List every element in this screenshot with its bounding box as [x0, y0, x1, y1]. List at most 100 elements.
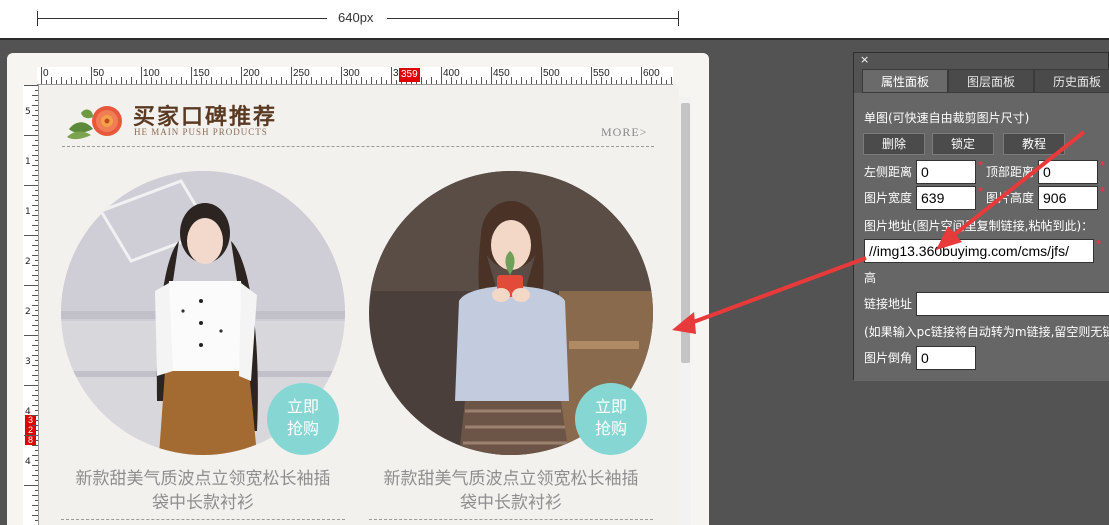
ruler-tick — [571, 77, 572, 84]
ruler-tick — [216, 80, 217, 84]
ruler-tick — [141, 67, 142, 84]
ruler-tick — [326, 80, 327, 84]
ruler-tick — [32, 145, 38, 146]
ruler-tick — [426, 80, 427, 84]
buy-now-label: 立即 — [594, 397, 627, 416]
ruler-tick — [591, 67, 592, 84]
link-note: (如果输入pc链接将自动转为m链接,留空则无链 — [864, 325, 1109, 339]
image-width-input[interactable]: 639 — [916, 186, 976, 210]
top-distance-input[interactable]: 0 — [1038, 160, 1098, 184]
ruler-label: 450 — [493, 68, 510, 79]
ruler-tick — [51, 77, 52, 84]
ruler-tick — [136, 80, 137, 84]
ruler-tick — [511, 77, 512, 84]
ruler-tick — [32, 105, 38, 106]
ruler-tick — [146, 80, 147, 84]
ruler-tick — [96, 80, 97, 84]
ruler-tick — [486, 80, 487, 84]
ruler-label: 200 — [243, 68, 260, 79]
ruler-label: 150 — [193, 68, 210, 79]
ruler-tick — [641, 67, 642, 84]
left-distance-label: 左侧距离 — [864, 165, 913, 179]
ruler-tick — [246, 80, 247, 84]
ruler-tick — [32, 505, 38, 506]
ruler-tick — [631, 77, 632, 84]
ruler-label: 600 — [643, 68, 660, 79]
ruler-tick — [24, 335, 38, 336]
tab-layers[interactable]: 图层面板 — [948, 69, 1034, 93]
canvas-scroll-thumb[interactable] — [681, 103, 690, 363]
ruler-tick — [161, 77, 162, 84]
ruler-tick — [241, 67, 242, 84]
ruler-tick — [32, 165, 38, 166]
ruler-tick — [316, 80, 317, 84]
ruler-tick — [35, 370, 38, 371]
image-height-input[interactable]: 906 — [1038, 186, 1098, 210]
close-icon[interactable]: × — [860, 53, 869, 66]
required-mark: * — [978, 186, 983, 197]
panel-heading: 单图(可快速自由裁剪图片尺寸) — [864, 111, 1030, 125]
ruler-tick — [32, 305, 38, 306]
ruler-tick — [526, 80, 527, 84]
horizontal-ruler: 05010015020025030035400450500550600 — [37, 67, 673, 85]
ruler-tick — [376, 80, 377, 84]
ruler-label: 100 — [143, 68, 160, 79]
image-height-label: 图片高度 — [986, 191, 1035, 205]
buy-now-button-2[interactable]: 立即 抢购 — [575, 383, 647, 455]
ruler-tick — [386, 80, 387, 84]
tab-history[interactable]: 历史面板 — [1034, 69, 1109, 93]
ruler-tick — [421, 77, 422, 84]
ruler-tick — [32, 195, 38, 196]
ruler-position-marker: 359 — [399, 68, 420, 82]
ruler-tick — [35, 330, 38, 331]
ruler-tick — [121, 77, 122, 84]
ruler-tick — [111, 77, 112, 84]
ruler-tick — [35, 260, 38, 261]
ruler-tick — [35, 440, 38, 441]
ruler-tick — [331, 77, 332, 84]
ruler-tick — [666, 80, 667, 84]
delete-button[interactable]: 删除 — [863, 133, 925, 155]
lock-button[interactable]: 锁定 — [932, 133, 994, 155]
ruler-tick — [581, 77, 582, 84]
product-name-2[interactable]: 新款甜美气质波点立领宽松长袖插 袋中长款衬衫 — [369, 467, 653, 515]
buy-now-button-1[interactable]: 立即 抢购 — [267, 383, 339, 455]
ruler-tick — [236, 80, 237, 84]
more-link[interactable]: MORE> — [601, 125, 647, 140]
ruler-tick — [35, 300, 38, 301]
ruler-tick — [32, 245, 38, 246]
flower-icon — [67, 106, 122, 140]
product-name-line: 新款甜美气质波点立领宽松长袖插 — [383, 469, 639, 489]
ruler-tick — [321, 77, 322, 84]
ruler-label: 500 — [543, 68, 560, 79]
ruler-tick — [35, 400, 38, 401]
tab-properties[interactable]: 属性面板 — [862, 69, 948, 93]
ruler-label: 400 — [443, 68, 460, 79]
ruler-tick — [24, 385, 38, 386]
ruler-tick — [656, 80, 657, 84]
image-url-input[interactable]: //img13.360buyimg.com/cms/jfs/ — [864, 239, 1094, 263]
left-distance-input[interactable]: 0 — [916, 160, 976, 184]
ruler-tick — [306, 80, 307, 84]
ruler-tick — [35, 210, 38, 211]
ruler-tick — [76, 80, 77, 84]
product-name-1[interactable]: 新款甜美气质波点立领宽松长袖插 袋中长款衬衫 — [61, 467, 345, 515]
ruler-tick — [35, 480, 38, 481]
design-canvas[interactable]: 05010015020025030035400450500550600 359 … — [7, 53, 709, 525]
buy-now-label: 立即 — [286, 397, 319, 416]
ruler-tick — [24, 285, 38, 286]
image-radius-input[interactable]: 0 — [916, 346, 976, 370]
tutorial-button[interactable]: 教程 — [1003, 133, 1065, 155]
ruler-tick — [156, 80, 157, 84]
canvas-content[interactable]: 买家口碑推荐 HE MAIN PUSH PRODUCTS MORE> 立即 抢购… — [39, 85, 679, 525]
ruler-tick — [191, 67, 192, 84]
ruler-tick — [586, 80, 587, 84]
panel-tabs: 属性面板 图层面板 历史面板 — [862, 69, 1109, 93]
ruler-tick — [32, 445, 38, 446]
ruler-label: 2 — [25, 307, 31, 317]
ruler-tick — [611, 77, 612, 84]
ruler-tick — [24, 485, 38, 486]
link-url-input[interactable] — [916, 292, 1109, 316]
ruler-label: 2 — [25, 257, 31, 267]
ruler-tick — [461, 77, 462, 84]
